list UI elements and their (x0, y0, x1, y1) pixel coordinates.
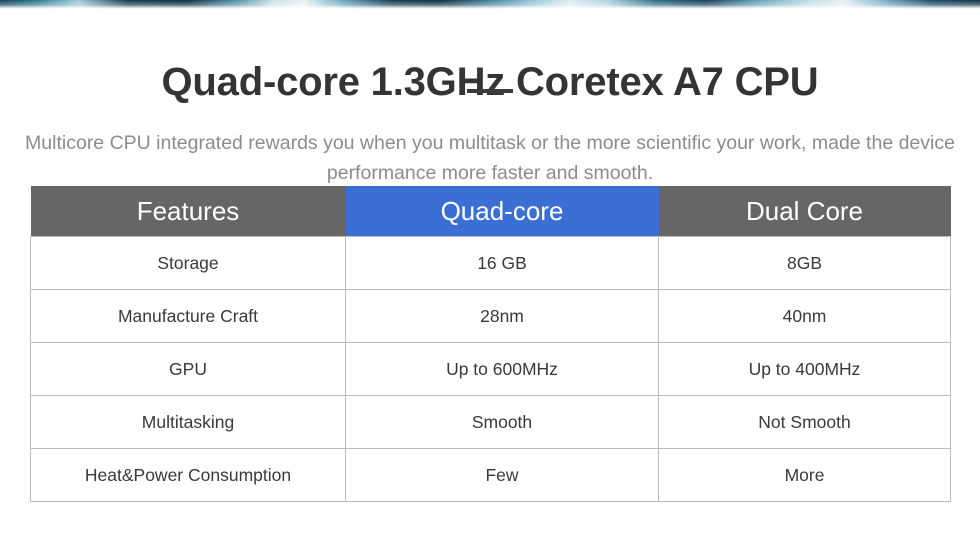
cell-quad-storage: 16 GB (345, 236, 659, 290)
page-title: Quad-core 1.3GHz Coretex A7 CPU (161, 59, 819, 104)
cell-dual-multitasking: Not Smooth (658, 395, 951, 449)
table-row: GPU Up to 600MHz Up to 400MHz (30, 342, 951, 396)
cell-feature-storage: Storage (30, 236, 346, 290)
cell-dual-gpu: Up to 400MHz (658, 342, 951, 396)
page-subtitle: Multicore CPU integrated rewards you whe… (25, 131, 955, 184)
table-head: Features Quad-core Dual Core (30, 186, 951, 237)
comparison-table-container: Features Quad-core Dual Core Storage 16 … (30, 186, 951, 502)
table-row: Multitasking Smooth Not Smooth (30, 395, 951, 449)
banner-gradient (0, 0, 980, 9)
cell-quad-multitasking: Smooth (345, 395, 659, 449)
cell-quad-manufacture-craft: 28nm (345, 289, 659, 343)
column-header-dual-core: Dual Core (658, 186, 951, 237)
cell-dual-storage: 8GB (658, 236, 951, 290)
column-header-quad-core: Quad-core (345, 186, 659, 237)
title-divider (467, 89, 513, 93)
cell-feature-gpu: GPU (30, 342, 346, 396)
cell-quad-gpu: Up to 600MHz (345, 342, 659, 396)
table-row: Heat&Power Consumption Few More (30, 448, 951, 502)
column-header-features: Features (30, 186, 346, 237)
table-header-row: Features Quad-core Dual Core (30, 186, 951, 237)
cell-dual-manufacture-craft: 40nm (658, 289, 951, 343)
comparison-table: Features Quad-core Dual Core Storage 16 … (30, 186, 951, 502)
cell-quad-heat-power-consumption: Few (345, 448, 659, 502)
table-row: Manufacture Craft 28nm 40nm (30, 289, 951, 343)
cell-feature-multitasking: Multitasking (30, 395, 346, 449)
table-body: Storage 16 GB 8GB Manufacture Craft 28nm… (30, 236, 951, 502)
cell-dual-heat-power-consumption: More (658, 448, 951, 502)
table-row: Storage 16 GB 8GB (30, 236, 951, 290)
cell-feature-heat-power-consumption: Heat&Power Consumption (30, 448, 346, 502)
cropped-banner-sliver (0, 0, 980, 9)
cpu-comparison-page: Quad-core 1.3GHz Coretex A7 CPU Multicor… (0, 0, 980, 553)
cell-feature-manufacture-craft: Manufacture Craft (30, 289, 346, 343)
